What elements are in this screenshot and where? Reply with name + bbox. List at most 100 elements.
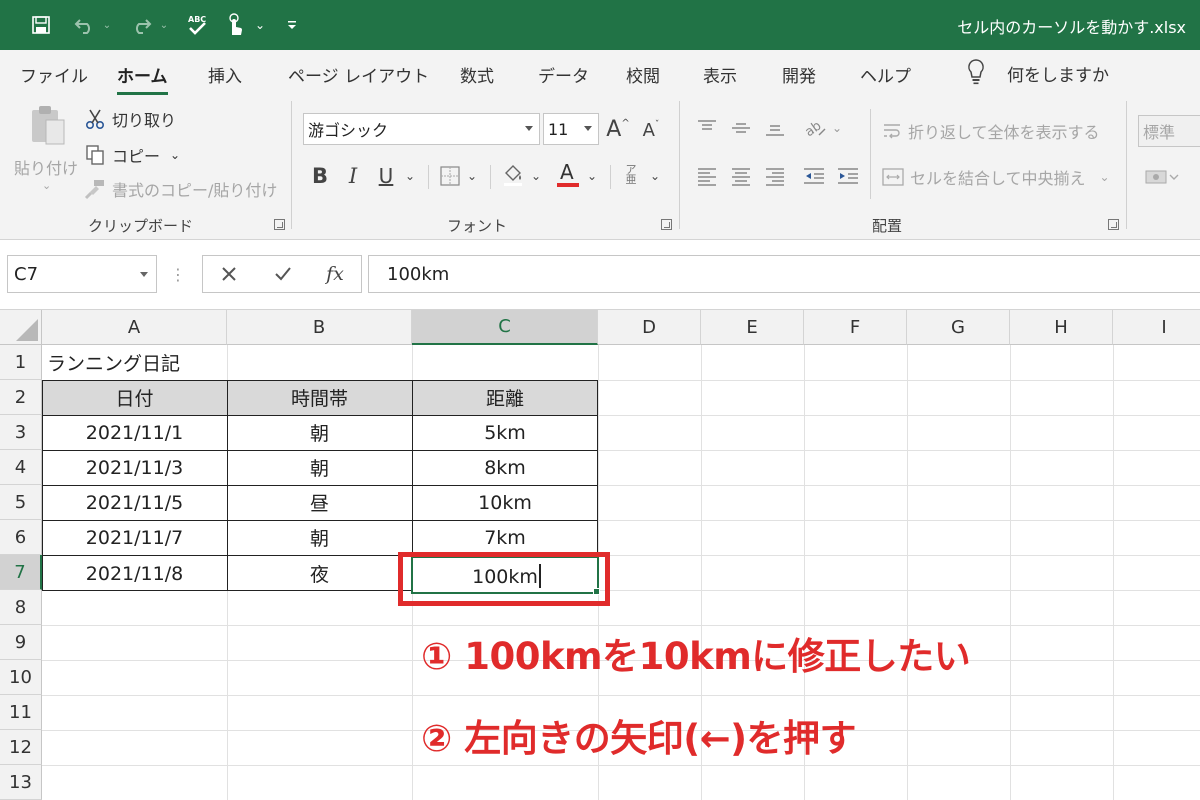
formula-input[interactable]: 100km (368, 255, 1200, 293)
lightbulb-icon[interactable] (966, 58, 986, 90)
row-header-11[interactable]: 11 (0, 695, 42, 730)
font-name-select[interactable]: 游ゴシック (303, 113, 540, 145)
paste-dropdown-icon[interactable]: ⌄ (42, 179, 51, 192)
cell-b2[interactable]: 時間帯 (227, 380, 412, 415)
format-painter-button[interactable]: 書式のコピー/貼り付け (84, 177, 277, 201)
row-header-10[interactable]: 10 (0, 660, 42, 695)
cancel-icon[interactable] (217, 262, 241, 286)
spelling-icon[interactable]: ABC (182, 10, 212, 40)
cell-c5[interactable]: 10km (412, 485, 598, 520)
cell-c3[interactable]: 5km (412, 415, 598, 450)
row-header-2[interactable]: 2 (0, 380, 42, 415)
cell-a5[interactable]: 2021/11/5 (42, 485, 227, 520)
insert-function-icon[interactable]: fx (321, 260, 349, 288)
increase-font-icon[interactable]: A ^ (604, 115, 632, 143)
phonetic-dropdown-icon[interactable]: ⌄ (647, 163, 663, 189)
alignment-launcher-icon[interactable] (1108, 219, 1119, 230)
formula-bar-grip-icon[interactable]: ⋮ (170, 262, 186, 286)
align-left-icon[interactable] (694, 163, 720, 189)
fill-color-icon[interactable] (500, 161, 526, 189)
cell-c2[interactable]: 距離 (412, 380, 598, 415)
cell-a2[interactable]: 日付 (42, 380, 227, 415)
tell-me-search[interactable]: 何をしますか (1007, 61, 1109, 86)
merge-center-button[interactable]: セルを結合して中央揃え ⌄ (882, 165, 1110, 189)
row-header-13[interactable]: 13 (0, 765, 42, 800)
copy-dropdown-icon[interactable]: ⌄ (170, 148, 180, 162)
cell-b3[interactable]: 朝 (227, 415, 412, 450)
borders-icon[interactable] (437, 163, 463, 189)
tab-formulas[interactable]: 数式 (460, 62, 494, 87)
column-header-b[interactable]: B (227, 310, 412, 345)
row-header-3[interactable]: 3 (0, 415, 42, 450)
paste-icon[interactable] (26, 103, 70, 149)
redo-dropdown-icon[interactable]: ⌄ (157, 10, 171, 40)
align-top-icon[interactable] (694, 115, 720, 137)
enter-icon[interactable] (271, 262, 295, 286)
underline-icon[interactable]: U (373, 161, 399, 191)
borders-dropdown-icon[interactable]: ⌄ (464, 163, 480, 189)
underline-dropdown-icon[interactable]: ⌄ (402, 163, 418, 189)
touch-dropdown-icon[interactable]: ⌄ (252, 10, 268, 40)
accounting-format-icon[interactable] (1142, 165, 1182, 191)
cell-b5[interactable]: 昼 (227, 485, 412, 520)
clipboard-launcher-icon[interactable] (274, 219, 285, 230)
cell-a6[interactable]: 2021/11/7 (42, 520, 227, 555)
column-header-i[interactable]: I (1113, 310, 1200, 345)
cell-a1[interactable]: ランニング日記 (42, 345, 227, 380)
tab-view[interactable]: 表示 (703, 62, 737, 87)
select-all-button[interactable] (0, 310, 42, 345)
column-header-h[interactable]: H (1010, 310, 1113, 345)
tab-home[interactable]: ホーム (117, 62, 168, 95)
cell-a7[interactable]: 2021/11/8 (42, 556, 227, 591)
row-header-1[interactable]: 1 (0, 345, 42, 380)
decrease-indent-icon[interactable] (800, 163, 828, 189)
italic-icon[interactable]: I (340, 161, 366, 191)
cell-b4[interactable]: 朝 (227, 450, 412, 485)
touch-mode-icon[interactable] (220, 10, 250, 40)
tab-page-layout[interactable]: ページ レイアウト (288, 62, 429, 87)
column-header-d[interactable]: D (598, 310, 701, 345)
align-middle-icon[interactable] (728, 117, 754, 139)
row-header-7[interactable]: 7 (0, 555, 42, 590)
wrap-text-button[interactable]: 折り返して全体を表示する (882, 119, 1100, 143)
increase-indent-icon[interactable] (834, 163, 862, 189)
align-center-icon[interactable] (728, 163, 754, 189)
tab-insert[interactable]: 挿入 (208, 62, 242, 87)
orientation-icon[interactable]: ab (800, 115, 830, 141)
column-header-f[interactable]: F (804, 310, 907, 345)
cut-button[interactable]: 切り取り (84, 107, 176, 131)
cell-a4[interactable]: 2021/11/3 (42, 450, 227, 485)
font-color-icon[interactable]: A (554, 159, 582, 191)
row-header-8[interactable]: 8 (0, 590, 42, 625)
row-header-4[interactable]: 4 (0, 450, 42, 485)
orientation-dropdown-icon[interactable]: ⌄ (830, 117, 844, 139)
cell-c6[interactable]: 7km (412, 520, 598, 555)
save-icon[interactable] (26, 10, 56, 40)
paste-button[interactable]: 貼り付け (14, 155, 78, 179)
bold-icon[interactable]: B (307, 161, 333, 191)
fill-color-dropdown-icon[interactable]: ⌄ (528, 163, 544, 189)
cell-b6[interactable]: 朝 (227, 520, 412, 555)
decrease-font-icon[interactable]: Aˇ (638, 117, 664, 143)
row-header-6[interactable]: 6 (0, 520, 42, 555)
number-format-select[interactable]: 標準 (1138, 115, 1200, 147)
row-header-5[interactable]: 5 (0, 485, 42, 520)
name-box[interactable]: C7 (7, 255, 157, 293)
column-header-g[interactable]: G (907, 310, 1010, 345)
font-size-select[interactable]: 11 (543, 113, 599, 145)
redo-icon[interactable] (126, 10, 156, 40)
tab-review[interactable]: 校閲 (626, 62, 660, 87)
tab-file[interactable]: ファイル (20, 62, 88, 87)
cell-b7[interactable]: 夜 (227, 556, 412, 591)
cell-c4[interactable]: 8km (412, 450, 598, 485)
cell-a3[interactable]: 2021/11/1 (42, 415, 227, 450)
undo-dropdown-icon[interactable]: ⌄ (100, 10, 114, 40)
row-header-9[interactable]: 9 (0, 625, 42, 660)
tab-data[interactable]: データ (538, 62, 589, 87)
align-bottom-icon[interactable] (762, 119, 788, 141)
undo-icon[interactable] (70, 10, 100, 40)
font-color-dropdown-icon[interactable]: ⌄ (584, 163, 600, 189)
copy-button[interactable]: コピー ⌄ (84, 143, 180, 167)
tab-developer[interactable]: 開発 (782, 62, 816, 87)
column-header-a[interactable]: A (42, 310, 227, 345)
